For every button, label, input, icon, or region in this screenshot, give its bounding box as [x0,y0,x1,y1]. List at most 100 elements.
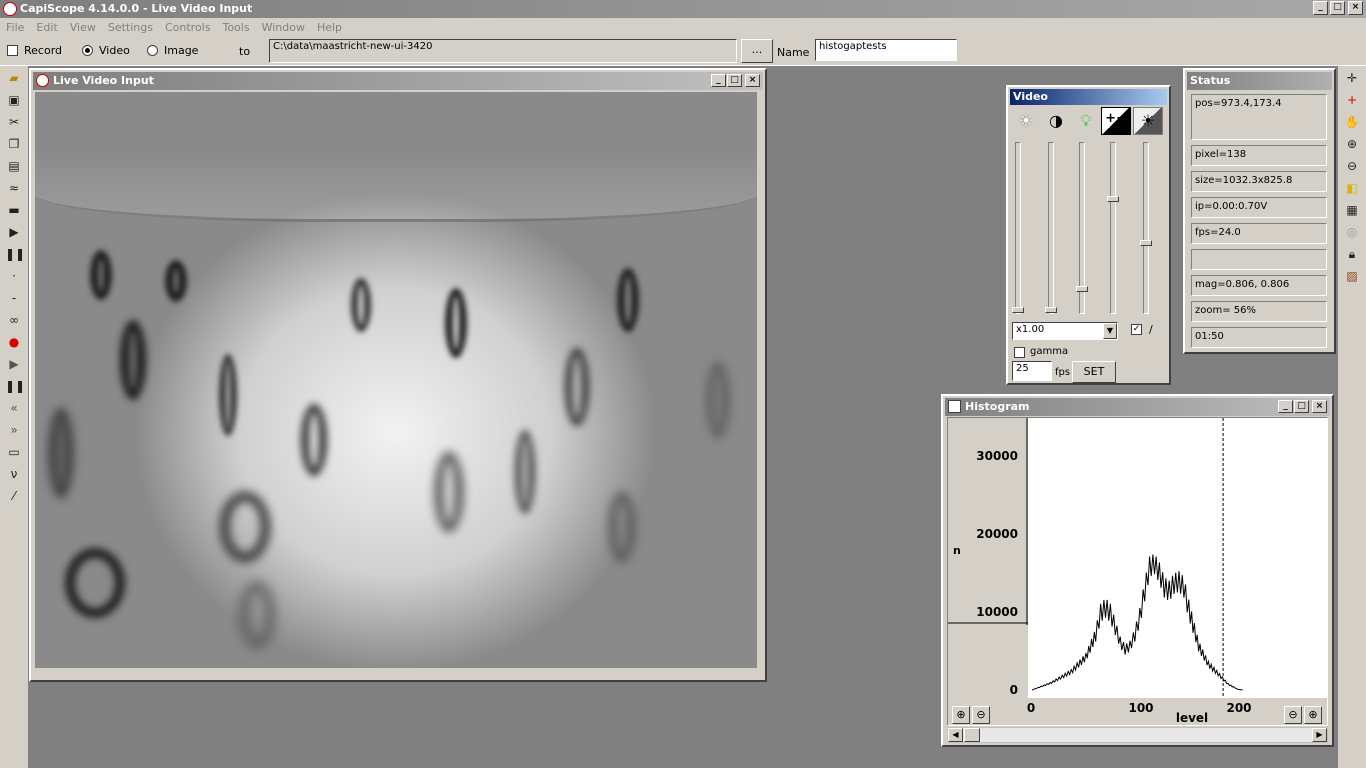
line-tool-icon[interactable]: ⁄ [5,487,23,505]
brightness-slider-thumb[interactable] [1012,307,1024,313]
menu-window[interactable]: Window [256,18,311,38]
auto-exposure-icon[interactable]: ☀ [1133,107,1163,135]
grid-icon[interactable]: ▦ [1343,201,1361,219]
x-axis-label: level [1176,711,1208,725]
paste-icon[interactable]: ▤ [5,157,23,175]
record-checkbox[interactable] [7,45,18,56]
histogram-close-button[interactable]: × [1312,400,1327,413]
fast-forward-icon[interactable]: » [5,421,23,439]
hand-pan-icon[interactable]: ✋ [1343,113,1361,131]
contrast-slider[interactable] [1048,142,1054,314]
overlay-checkbox[interactable]: ✓ [1131,324,1142,335]
copy-icon[interactable]: ❐ [5,135,23,153]
x-tick-label: 200 [1226,701,1251,715]
gain-slider[interactable] [1110,142,1116,314]
scroll-left-icon[interactable]: ◀ [948,728,963,742]
scroll-right-icon[interactable]: ▶ [1312,728,1327,742]
y-tick-label: 0 [1010,683,1018,697]
crosshair-icon[interactable]: ✛ [1343,69,1361,87]
dot-small-icon[interactable]: · [5,267,23,285]
browse-button[interactable]: ... [741,39,773,63]
exposure-slider-thumb[interactable] [1140,240,1152,246]
highlight-icon[interactable]: ◧ [1343,179,1361,197]
gain-select[interactable]: x1.00 ▼ [1012,322,1118,340]
contrast-icon[interactable]: ◑ [1041,107,1071,135]
set-button[interactable]: SET [1072,361,1116,383]
histogram-zoom-in-right-icon[interactable]: ⊕ [1304,706,1322,724]
play-icon[interactable]: ▶ [5,223,23,241]
video-radio[interactable] [82,45,93,56]
name-field[interactable]: histogaptests [815,39,957,61]
zoom-out-icon[interactable]: ⊖ [1343,157,1361,175]
menu-controls[interactable]: Controls [159,18,217,38]
maximize-button[interactable]: □ [1330,1,1345,15]
close-button[interactable]: × [1348,1,1363,15]
exposure-slider[interactable] [1143,142,1149,314]
capillary-loop [120,320,146,400]
histogram-title: Histogram [965,400,1030,413]
menu-file[interactable]: File [0,18,30,38]
target-icon[interactable]: ◎ [1343,223,1361,241]
level-slider-thumb[interactable] [1076,286,1088,292]
image-icon[interactable]: ▨ [1343,267,1361,285]
gain-select-value: x1.00 [1016,324,1045,335]
histogram-zoom-in-left-icon[interactable]: ⊕ [952,706,970,724]
histogram-minimize-button[interactable]: _ [1278,400,1293,413]
gain-slider-thumb[interactable] [1107,196,1119,202]
video-panel-title: Video [1013,90,1048,103]
stop-icon[interactable]: ▬ [5,201,23,219]
pause-icon-2[interactable]: ❚❚ [5,377,25,395]
glasses-icon[interactable]: ∞ [5,311,23,329]
histogram-zoom-out-right-icon[interactable]: ⊖ [1284,706,1302,724]
status-mag: mag=0.806, 0.806 [1191,275,1327,296]
video-minimize-button[interactable]: _ [711,74,726,87]
live-video-image[interactable] [35,92,757,668]
right-toolbar: ✛ + ✋ ⊕ ⊖ ◧ ▦ ◎ 🔒︎ ▨ [1338,66,1366,768]
save-icon[interactable]: ▣ [5,91,23,109]
dash-small-icon[interactable]: - [5,289,23,307]
scroll-thumb[interactable] [964,728,980,742]
play-icon-2[interactable]: ▶ [5,355,23,373]
minimize-button[interactable]: _ [1313,1,1328,15]
green-light-icon[interactable]: 💡︎ [1071,107,1101,135]
chevron-down-icon[interactable]: ▼ [1103,323,1117,339]
status-blank [1191,249,1327,270]
menu-tools[interactable]: Tools [216,18,255,38]
nu-icon[interactable]: ν [5,465,23,483]
cut-icon[interactable]: ✂ [5,113,23,131]
histogram-scrollbar[interactable]: ◀ ▶ [947,727,1328,743]
app-title-bar: CapiScope 4.14.0.0 - Live Video Input [0,0,1366,18]
menu-edit[interactable]: Edit [30,18,63,38]
fps-input[interactable]: 25 [1012,361,1052,381]
open-folder-icon[interactable]: ▰ [5,69,23,87]
status-title: Status [1190,74,1231,87]
video-maximize-button[interactable]: □ [727,74,742,87]
invert-icon[interactable]: +− [1101,107,1131,135]
histogram-zoom-out-left-icon[interactable]: ⊖ [972,706,990,724]
battery-icon[interactable]: ▭ [5,443,23,461]
record-icon[interactable]: ● [5,333,23,351]
gamma-checkbox[interactable] [1014,347,1025,358]
histogram-area: 30000 20000 10000 0 n 0 100 200 level ⊕ … [947,417,1328,726]
histogram-maximize-button[interactable]: □ [1294,400,1309,413]
capillary-loop [219,354,237,436]
pause-icon[interactable]: ❚❚ [5,245,25,263]
rewind-icon[interactable]: « [5,399,23,417]
brightness-slider[interactable] [1015,142,1021,314]
menu-view[interactable]: View [64,18,102,38]
video-close-button[interactable]: × [745,74,760,87]
lock-icon[interactable]: 🔒︎ [1343,245,1361,263]
menu-settings[interactable]: Settings [102,18,159,38]
zoom-in-icon[interactable]: ⊕ [1343,135,1361,153]
path-field[interactable]: C:\data\maastricht-new-ui-3420 [269,39,737,63]
app-title: CapiScope 4.14.0.0 - Live Video Input [20,2,253,15]
menu-help[interactable]: Help [311,18,348,38]
brightness-icon[interactable]: ☀ [1011,107,1041,135]
contrast-slider-thumb[interactable] [1045,307,1057,313]
video-control-panel: Video ☀ ◑ 💡︎ +− ☀ x1.00 ▼ ✓ / gamma 25 f… [1006,85,1171,385]
to-label: to [239,45,251,58]
image-radio[interactable] [147,45,158,56]
capillary-loop [240,582,274,648]
red-crosshair-icon[interactable]: + [1343,91,1361,109]
wave-icon[interactable]: ≈ [5,179,23,197]
